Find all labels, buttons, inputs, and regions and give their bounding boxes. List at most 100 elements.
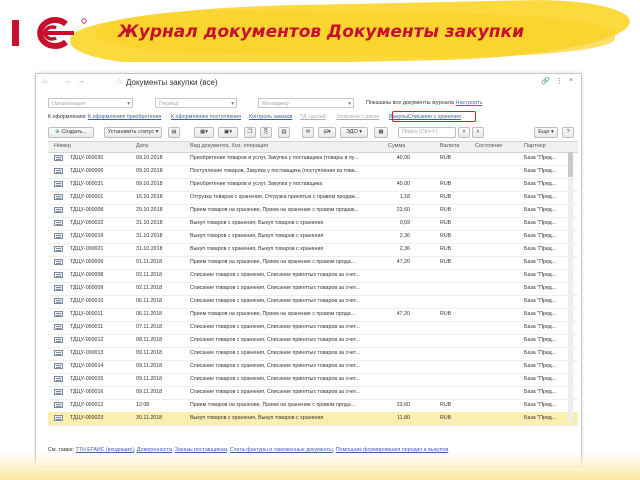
table-row[interactable]: ТДЦУ-000011 07.11.2018 Списание товаров с …: [48, 321, 578, 335]
cell-number: ТДЦУ-000008: [70, 272, 104, 278]
table-row[interactable]: ТДЦУ-000015 09.11.2018 Списание товаров с …: [48, 373, 578, 387]
link-order-control[interactable]: Контроль заказов: [249, 114, 292, 120]
print-icon[interactable]: ▦▾: [194, 127, 214, 138]
column-header-state[interactable]: Состояние: [475, 143, 502, 149]
create-button[interactable]: ⊕ Создать...: [48, 127, 94, 138]
create-label: Создать...: [61, 129, 87, 135]
manager-filter[interactable]: Менеджер ▾: [258, 98, 354, 108]
cell-sum: 40,00: [396, 181, 410, 187]
create-based-on-icon[interactable]: ▣▾: [218, 127, 238, 138]
table-row[interactable]: ТДЦУ-000009 02.11.2018 Списание товаров с …: [48, 282, 578, 296]
cell-sum: 47,20: [396, 311, 410, 317]
cell-date: 12:08: [136, 402, 150, 408]
table-row[interactable]: ТДЦУ-000016 09.11.2018 Списание товаров с …: [48, 386, 578, 400]
arrow-right-icon[interactable]: →: [76, 77, 86, 87]
help-button[interactable]: ?: [562, 127, 574, 138]
chevron-down-icon[interactable]: ▾: [231, 99, 234, 109]
link-receipts-to-register[interactable]: К оформлению поступления: [171, 114, 241, 120]
column-header-currency[interactable]: Валюта: [440, 143, 459, 149]
cell-number: ТДЦУ-000013: [70, 350, 104, 356]
column-header-date[interactable]: Дата: [136, 143, 148, 149]
column-header-doc-type[interactable]: Вид документа, Хоз. операция: [190, 143, 268, 149]
more-button[interactable]: Еще ▾: [534, 127, 558, 138]
column-header-sum[interactable]: Сумма: [388, 143, 405, 149]
mail-icon[interactable]: ✉: [302, 127, 314, 138]
cell-partner: База "Пред...: [524, 311, 557, 317]
cell-doc-type: Списание товаров с хранения, Списание пр…: [190, 285, 360, 291]
set-status-button[interactable]: Установить статус ▾: [104, 127, 162, 138]
cell-date: 16.10.2018: [136, 194, 163, 200]
period-filter[interactable]: Период ▾: [155, 98, 237, 108]
chevron-down-icon[interactable]: ▾: [127, 99, 130, 109]
column-header-partner[interactable]: Партнер: [524, 143, 546, 149]
document-icon: [54, 194, 63, 200]
clear-icon[interactable]: ×: [458, 127, 470, 138]
more-icon[interactable]: ⋮: [556, 77, 563, 85]
table-row[interactable]: ТДЦУ-000008 29.10.2018 Прием товаров на хр…: [48, 204, 578, 218]
table-row[interactable]: ТДЦУ-000031 09.10.2018 Приобретение товаро…: [48, 178, 578, 192]
cell-number: ТДЦУ-000023: [70, 415, 104, 421]
table-row[interactable]: ТДЦУ-000014 09.11.2018 Списание товаров с …: [48, 360, 578, 374]
cell-number: ТДЦУ-000012: [70, 402, 104, 408]
table-row[interactable]: ТДЦУ-000010 06.11.2018 Списание товаров с …: [48, 295, 578, 309]
table-row[interactable]: ТДЦУ-000006 09.10.2018 Поступление товаров…: [48, 165, 578, 179]
cell-date: 09.11.2018: [136, 389, 163, 395]
link-import-statement: Заявлени о ввозе: [336, 114, 380, 120]
table-row[interactable]: ТДЦУ-000008 02.11.2018 Списание товаров с …: [48, 269, 578, 283]
chevron-down-icon[interactable]: ▾: [348, 99, 351, 109]
table-row[interactable]: ТДЦУ-000012 12:08 Прием товаров на хранени…: [48, 399, 578, 413]
window-titlebar: ⌂ ← → ☆ Документы закупки (все) 🔗 ⋮ ×: [36, 74, 581, 90]
table-row[interactable]: ТДЦУ-000022 31.10.2018 Выкуп товаров с хра…: [48, 217, 578, 231]
table-row[interactable]: ТДЦУ-000013 09.11.2018 Списание товаров с …: [48, 347, 578, 361]
cell-date: 31.10.2018: [136, 246, 163, 252]
cell-sum: 40,00: [396, 155, 410, 161]
organization-filter[interactable]: Организация ▾: [48, 98, 133, 108]
arrow-left-icon[interactable]: ←: [64, 77, 74, 87]
cell-number: ТДЦУ-000016: [70, 389, 104, 395]
table-row[interactable]: ТДЦУ-000011 06.11.2018 Прием товаров на хр…: [48, 308, 578, 322]
cell-doc-type: Списание товаров с хранения, Списание пр…: [190, 376, 360, 382]
cell-number: ТДЦУ-000009: [70, 285, 104, 291]
table-row[interactable]: ТДЦУ-000023 30.11.2018 Выкуп товаров с хра…: [48, 412, 578, 426]
cell-currency: RUB: [440, 181, 452, 187]
link-purchases-to-register[interactable]: К оформлению приобретения: [88, 114, 161, 120]
cell-currency: RUB: [440, 194, 452, 200]
filter-icon[interactable]: ⊟▾: [318, 127, 336, 138]
home-icon[interactable]: ⌂: [40, 77, 50, 87]
table-scrollbar[interactable]: [568, 152, 573, 422]
close-icon[interactable]: ×: [569, 77, 573, 84]
table-row[interactable]: ТДЦУ-000012 08.11.2018 Списание товаров с …: [48, 334, 578, 348]
calendar-icon[interactable]: ▦: [374, 127, 388, 138]
table-row[interactable]: ТДЦУ-000030 09.10.2018 Приобретение товаро…: [48, 152, 578, 166]
table-row[interactable]: ТДЦУ-000021 31.10.2018 Выкуп товаров с хра…: [48, 243, 578, 257]
attachment-icon[interactable]: ⎘: [260, 127, 272, 138]
cell-number: ТДЦУ-000019: [70, 233, 104, 239]
scrollbar-thumb[interactable]: [568, 152, 573, 177]
document-icon: [54, 259, 63, 265]
search-icon[interactable]: ⌕: [472, 127, 484, 138]
star-icon[interactable]: ☆: [116, 77, 123, 86]
cell-date: 30.11.2018: [136, 415, 163, 421]
cell-partner: База "Пред...: [524, 259, 557, 265]
cell-number: ТДЦУ-000010: [70, 298, 104, 304]
footer-glow: [0, 452, 640, 480]
table-row[interactable]: ТДЦУ-000019 31.10.2018 Выкуп товаров с хра…: [48, 230, 578, 244]
cell-date: 09.10.2018: [136, 168, 163, 174]
table-row[interactable]: ТДЦУ-000009 01.11.2018 Прием товаров на хр…: [48, 256, 578, 270]
report-icon[interactable]: ▥: [278, 127, 290, 138]
post-icon[interactable]: ▤: [168, 127, 180, 138]
column-header-number[interactable]: Номер: [54, 143, 71, 149]
set-status-label: Установить статус: [107, 129, 155, 135]
cell-sum: 11,80: [397, 415, 410, 421]
cell-currency: RUB: [440, 233, 452, 239]
link-icon[interactable]: 🔗: [541, 77, 550, 85]
copy-icon[interactable]: ❐: [244, 127, 256, 138]
search-placeholder: Поиск (Ctrl+F): [402, 129, 438, 135]
setup-link[interactable]: Настроить: [456, 100, 483, 106]
table-row[interactable]: ТДЦУ-000001 16.10.2018 Отгрузка товаров с …: [48, 191, 578, 205]
cell-partner: База "Пред...: [524, 324, 557, 330]
cell-number: ТДЦУ-000001: [70, 194, 104, 200]
document-icon: [54, 168, 63, 174]
edo-button[interactable]: ЭДО ▾: [340, 127, 368, 138]
search-input[interactable]: Поиск (Ctrl+F): [398, 127, 456, 138]
